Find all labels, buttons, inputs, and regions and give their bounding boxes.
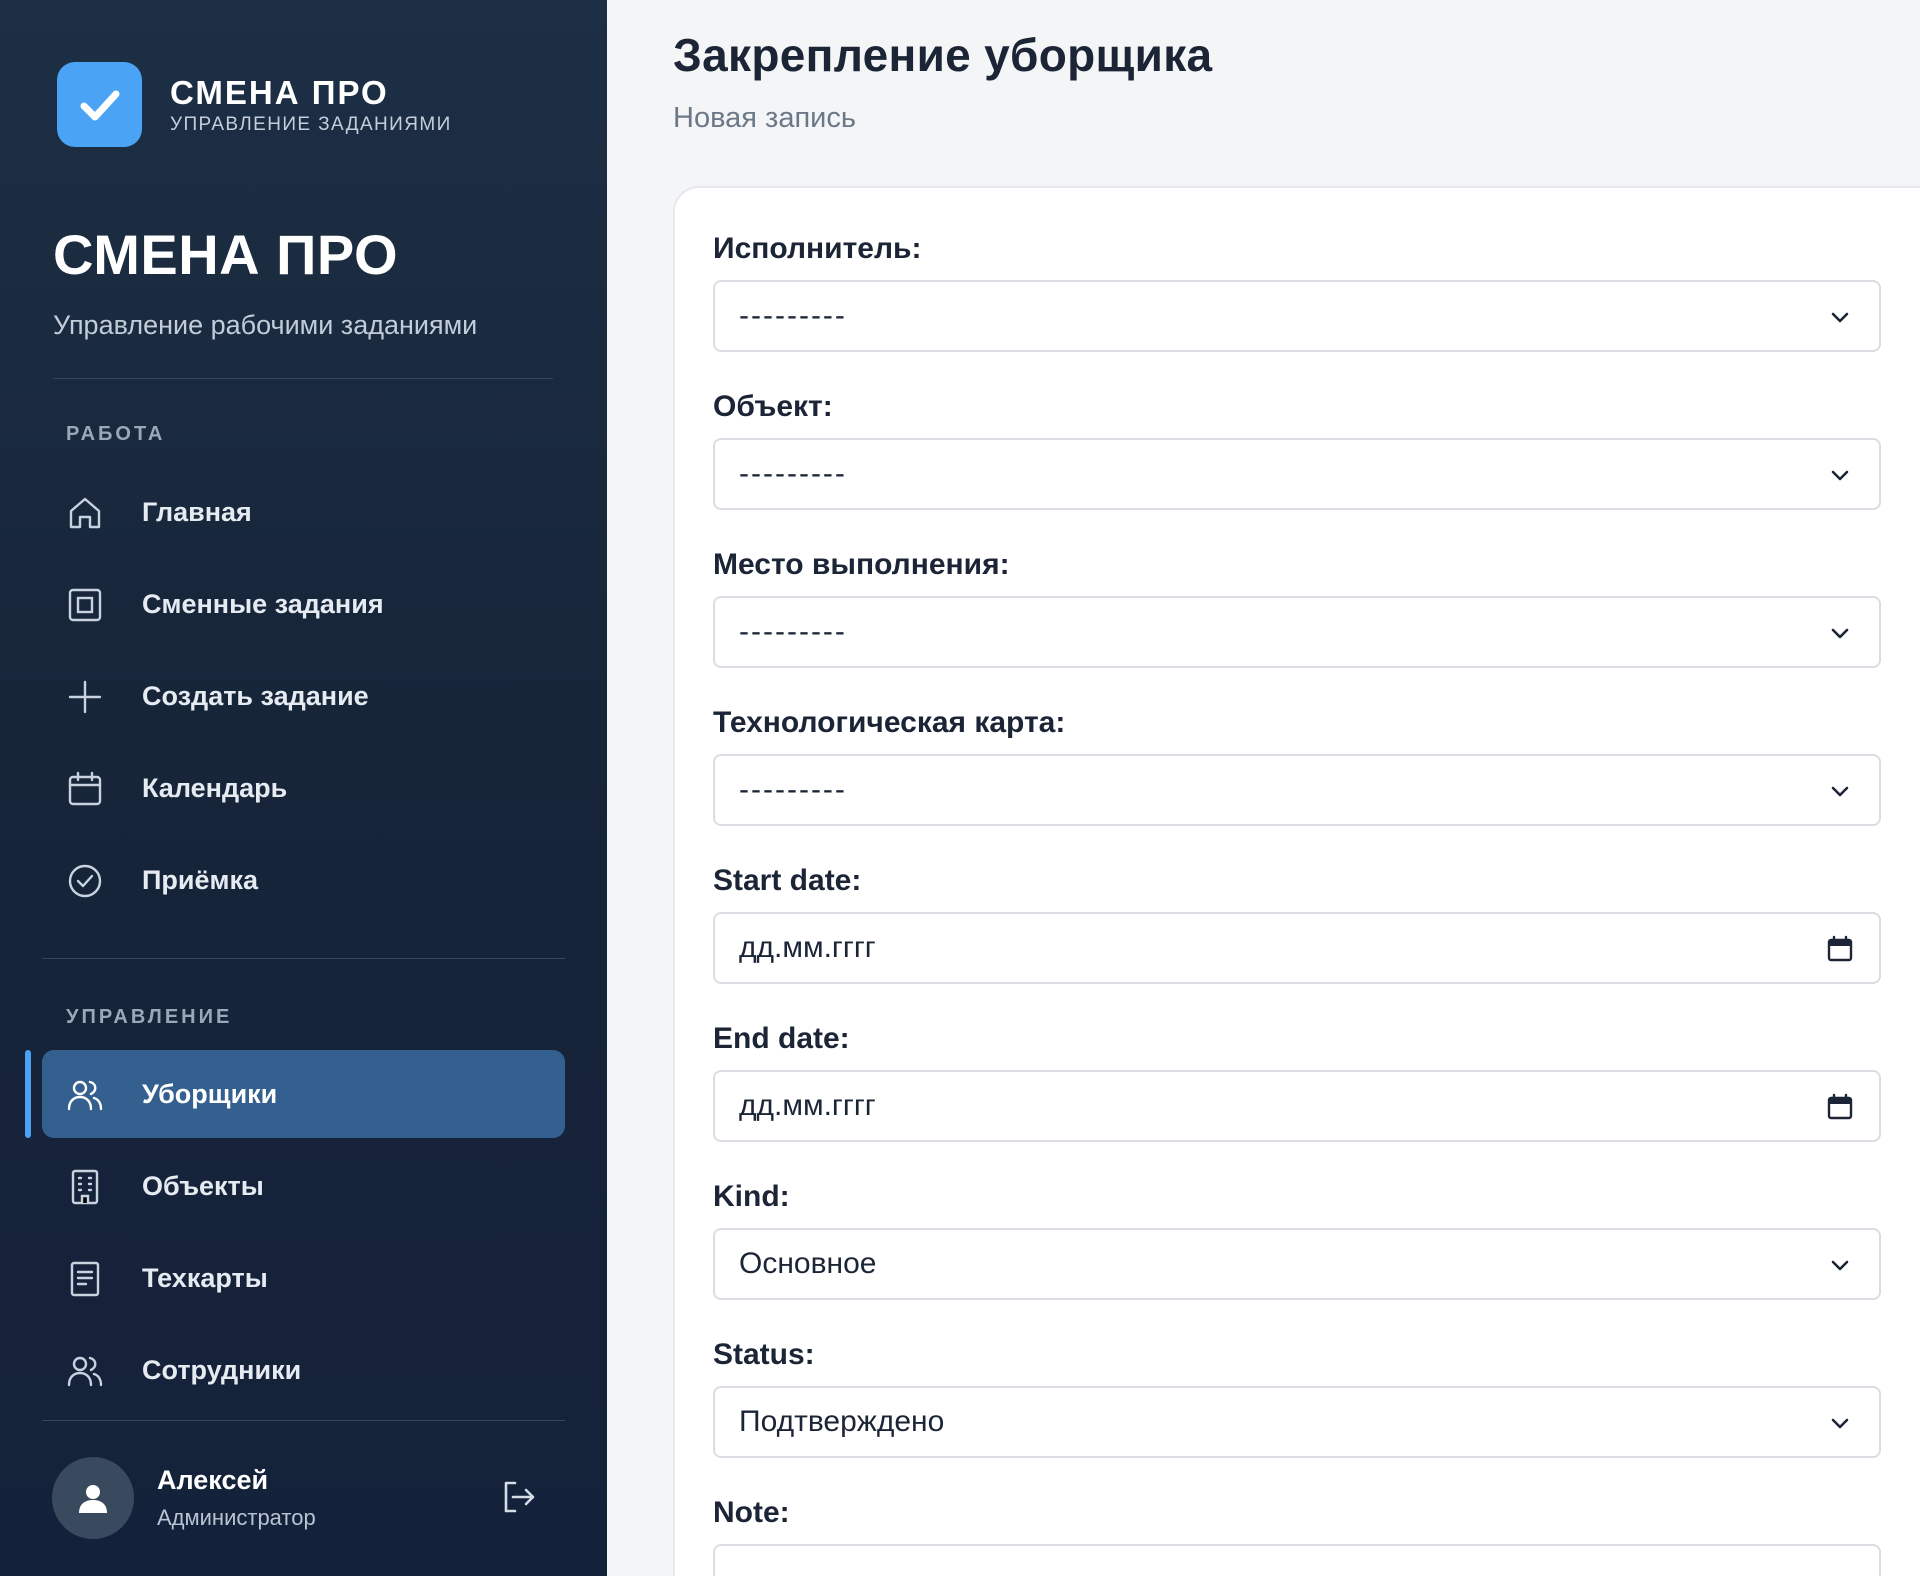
sidebar-item-calendar[interactable]: Календарь [42, 744, 565, 832]
users-icon [67, 1080, 103, 1111]
end-date-input[interactable]: дд.мм.гггг [713, 1070, 1881, 1142]
sidebar-item-label: Сменные задания [142, 588, 384, 619]
hero-title: СМЕНА ПРО [53, 223, 399, 286]
field-label-kind: Kind: [713, 1180, 790, 1213]
field-label-object: Объект: [713, 390, 833, 423]
page-title: Закрепление уборщика [673, 29, 1213, 81]
calendar-icon[interactable] [1825, 934, 1855, 964]
sidebar-item-label: Главная [142, 496, 252, 527]
chevron-down-icon [1831, 1418, 1849, 1429]
chevron-down-icon [1831, 786, 1849, 797]
brand[interactable]: СМЕНА ПРО УПРАВЛЕНИЕ ЗАДАНИЯМИ [57, 62, 452, 147]
calendar-icon [68, 771, 102, 806]
users-icon [67, 1356, 103, 1387]
user-avatar-icon [79, 1485, 107, 1513]
brand-subtitle: УПРАВЛЕНИЕ ЗАДАНИЯМИ [170, 113, 452, 135]
user-card: Алексей Администратор [52, 1457, 562, 1539]
start-date-input[interactable]: дд.мм.гггг [713, 912, 1881, 984]
note-textarea[interactable] [713, 1544, 1881, 1576]
sidebar-item-techcards[interactable]: Техкарты [42, 1234, 565, 1322]
select-value: --------- [739, 773, 847, 806]
select-value: --------- [739, 615, 847, 648]
select-value: --------- [739, 457, 847, 490]
kind-select[interactable]: Основное [713, 1228, 1881, 1300]
sidebar-item-label: Уборщики [142, 1078, 278, 1109]
field-label-start-date: Start date: [713, 864, 862, 897]
field-label-techcard: Технологическая карта: [713, 706, 1066, 739]
calendar-icon[interactable] [1825, 1092, 1855, 1122]
status-select[interactable]: Подтверждено [713, 1386, 1881, 1458]
sidebar-divider [42, 1420, 565, 1421]
field-label-end-date: End date: [713, 1022, 850, 1055]
sidebar-item-objects[interactable]: Объекты [42, 1142, 565, 1230]
sidebar-item-employees[interactable]: Сотрудники [42, 1326, 565, 1414]
chevron-down-icon [1831, 312, 1849, 323]
plus-icon [68, 680, 102, 714]
user-name: Алексей [157, 1465, 269, 1495]
brand-logo-check-icon [57, 62, 142, 147]
field-label-executor: Исполнитель: [713, 232, 922, 265]
object-select[interactable]: --------- [713, 438, 1881, 510]
chevron-down-icon [1831, 1260, 1849, 1271]
section-label-manage: УПРАВЛЕНИЕ [66, 1006, 233, 1028]
active-item-marker [25, 1050, 31, 1138]
date-placeholder: дд.мм.гггг [739, 1089, 876, 1122]
executor-select[interactable]: --------- [713, 280, 1881, 352]
sidebar-item-label: Создать задание [142, 680, 369, 711]
sidebar-item-label: Сотрудники [142, 1354, 302, 1385]
techcard-select[interactable]: --------- [713, 754, 1881, 826]
date-placeholder: дд.мм.гггг [739, 931, 876, 964]
building-icon [71, 1169, 99, 1205]
brand-name: СМЕНА ПРО [170, 73, 389, 111]
home-icon [69, 497, 101, 529]
sidebar-item-acceptance[interactable]: Приёмка [42, 836, 565, 924]
sidebar-item-tasks[interactable]: Сменные задания [42, 560, 565, 648]
select-value: Основное [739, 1247, 877, 1280]
field-label-location: Место выполнения: [713, 548, 1010, 581]
user-role: Администратор [157, 1505, 316, 1530]
location-select[interactable]: --------- [713, 596, 1881, 668]
sidebar-item-home[interactable]: Главная [42, 468, 565, 556]
sidebar-divider [53, 378, 553, 379]
hero-subtitle: Управление рабочими заданиями [53, 310, 478, 340]
field-label-status: Status: [713, 1338, 815, 1371]
page-subtitle: Новая запись [673, 102, 856, 134]
tasks-icon [68, 588, 102, 622]
select-value: --------- [739, 299, 847, 332]
hero: СМЕНА ПРО Управление рабочими заданиями [53, 220, 477, 341]
document-icon [70, 1261, 100, 1297]
sidebar-divider [42, 958, 565, 959]
sidebar-item-label: Приёмка [142, 864, 259, 895]
sidebar-item-label: Объекты [142, 1170, 264, 1201]
field-label-note: Note: [713, 1496, 790, 1529]
section-label-work: РАБОТА [66, 423, 166, 445]
sidebar-item-label: Техкарты [142, 1262, 268, 1293]
sidebar-item-cleaners[interactable]: Уборщики [42, 1050, 565, 1138]
chevron-down-icon [1831, 628, 1849, 639]
sidebar: СМЕНА ПРО УПРАВЛЕНИЕ ЗАДАНИЯМИ СМЕНА ПРО… [0, 0, 607, 1576]
chevron-down-icon [1831, 470, 1849, 481]
check-circle-icon [68, 864, 102, 898]
avatar[interactable] [52, 1457, 134, 1539]
select-value: Подтверждено [739, 1405, 945, 1438]
logout-icon[interactable] [499, 1477, 539, 1517]
sidebar-item-label: Календарь [142, 772, 288, 803]
sidebar-item-create-task[interactable]: Создать задание [42, 652, 565, 740]
